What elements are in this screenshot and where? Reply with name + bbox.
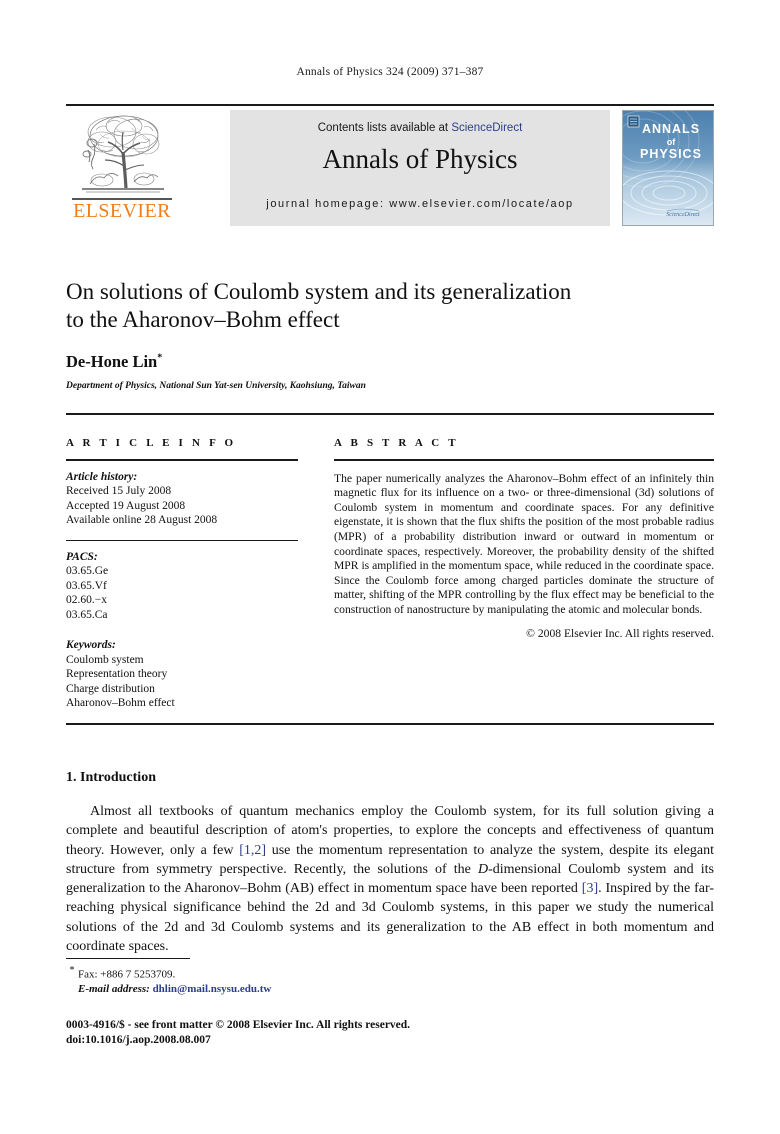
- imprint-block: 0003-4916/$ - see front matter © 2008 El…: [66, 1018, 626, 1048]
- contents-panel: Contents lists available at ScienceDirec…: [230, 110, 610, 226]
- introduction-paragraph: Almost all textbooks of quantum mechanic…: [66, 802, 714, 956]
- footnote-marker: *: [69, 965, 75, 976]
- imprint-issn-line: 0003-4916/$ - see front matter © 2008 El…: [66, 1019, 411, 1031]
- article-history-group: Article history: Received 15 July 2008 A…: [66, 470, 298, 528]
- author-label: De-Hone Lin: [66, 352, 158, 371]
- footnote-fax-line: * Fax: +886 7 5253709.: [66, 964, 566, 982]
- article-info-heading-rule: [66, 459, 298, 461]
- citation-link-2[interactable]: [3]: [582, 881, 598, 896]
- journal-homepage-link[interactable]: journal homepage: www.elsevier.com/locat…: [230, 198, 610, 210]
- journal-title: Annals of Physics: [322, 144, 518, 174]
- affiliation: Department of Physics, National Sun Yat-…: [66, 381, 366, 391]
- article-info-column: A R T I C L E I N F O Article history: R…: [66, 437, 298, 711]
- journal-cover-thumbnail[interactable]: ANNALS of PHYSICS ScienceDirect: [622, 110, 714, 226]
- imprint-doi-line[interactable]: doi:10.1016/j.aop.2008.08.007: [66, 1033, 626, 1048]
- running-head: Annals of Physics 324 (2009) 371–387: [296, 66, 484, 78]
- keyword-item: Coulomb system: [66, 653, 144, 666]
- elsevier-wordmark: ELSEVIER: [73, 200, 171, 222]
- introduction-heading: 1. Introduction: [66, 770, 156, 785]
- contents-prefix-text: Contents lists available at: [317, 122, 452, 134]
- masthead-top-rule: [66, 104, 714, 106]
- sciencedirect-link[interactable]: ScienceDirect: [451, 122, 522, 134]
- footnote-block: * Fax: +886 7 5253709. E-mail address: dh…: [66, 964, 566, 996]
- email-link[interactable]: dhlin@mail.nsysu.edu.tw: [153, 983, 272, 995]
- article-history-received: Received 15 July 2008: [66, 485, 172, 498]
- pacs-code: 02.60.−x: [66, 594, 107, 607]
- pacs-group: PACS: 03.65.Ge 03.65.Vf 02.60.−x 03.65.C…: [66, 550, 298, 623]
- abstract-copyright: © 2008 Elsevier Inc. All rights reserved…: [526, 626, 714, 640]
- paper-page: Annals of Physics 324 (2009) 371–387 ELS…: [0, 0, 780, 1134]
- paper-title-line-1: On solutions of Coulomb system and its g…: [66, 279, 572, 304]
- keyword-item: Aharonov–Bohm effect: [66, 697, 175, 710]
- author-name: De-Hone Lin*: [66, 352, 714, 372]
- article-info-separator-1: [66, 539, 298, 541]
- footnote-rule: [66, 958, 190, 960]
- footnote-email-line: E-mail address: dhlin@mail.nsysu.edu.tw: [78, 982, 566, 996]
- svg-text:of: of: [667, 137, 676, 147]
- footnote-fax: Fax: +886 7 5253709.: [78, 968, 176, 981]
- svg-text:PHYSICS: PHYSICS: [640, 147, 702, 161]
- pacs-code: 03.65.Ca: [66, 608, 108, 621]
- email-label: E-mail address:: [78, 982, 150, 995]
- keyword-item: Representation theory: [66, 668, 168, 681]
- info-bottom-rule: [66, 723, 714, 725]
- info-top-rule: [66, 413, 714, 415]
- article-info-heading: A R T I C L E I N F O: [66, 437, 237, 449]
- abstract-heading: A B S T R A C T: [334, 437, 459, 449]
- abstract-text: The paper numerically analyzes the Aharo…: [334, 471, 714, 616]
- pacs-code: 03.65.Ge: [66, 565, 109, 578]
- citation-link-1[interactable]: [1,2]: [239, 843, 266, 858]
- article-history-accepted: Accepted 19 August 2008: [66, 499, 186, 512]
- journal-masthead: ELSEVIER Contents lists available at Sci…: [66, 104, 714, 226]
- title-block: On solutions of Coulomb system and its g…: [66, 278, 714, 391]
- elsevier-logo: ELSEVIER: [66, 110, 178, 226]
- svg-text:ScienceDirect: ScienceDirect: [666, 212, 700, 218]
- keyword-item: Charge distribution: [66, 682, 155, 695]
- abstract-heading-rule: [334, 459, 714, 461]
- keywords-group: Keywords: Coulomb system Representation …: [66, 638, 298, 711]
- elsevier-tree-icon: [72, 110, 172, 198]
- paper-title-line-2: to the Aharonov–Bohm effect: [66, 307, 340, 332]
- intro-italic-d: D: [477, 861, 489, 877]
- contents-available-line: Contents lists available at ScienceDirec…: [230, 122, 610, 134]
- keywords-label: Keywords:: [66, 639, 116, 652]
- page-title: On solutions of Coulomb system and its g…: [66, 278, 714, 334]
- pacs-label: PACS:: [66, 550, 98, 563]
- abstract-column: A B S T R A C T The paper numerically an…: [334, 437, 714, 640]
- article-history-available: Available online 28 August 2008: [66, 514, 218, 527]
- svg-text:ANNALS: ANNALS: [642, 122, 700, 136]
- author-footnote-marker[interactable]: *: [157, 353, 162, 364]
- article-history-label: Article history:: [66, 470, 138, 483]
- pacs-code: 03.65.Vf: [66, 579, 107, 592]
